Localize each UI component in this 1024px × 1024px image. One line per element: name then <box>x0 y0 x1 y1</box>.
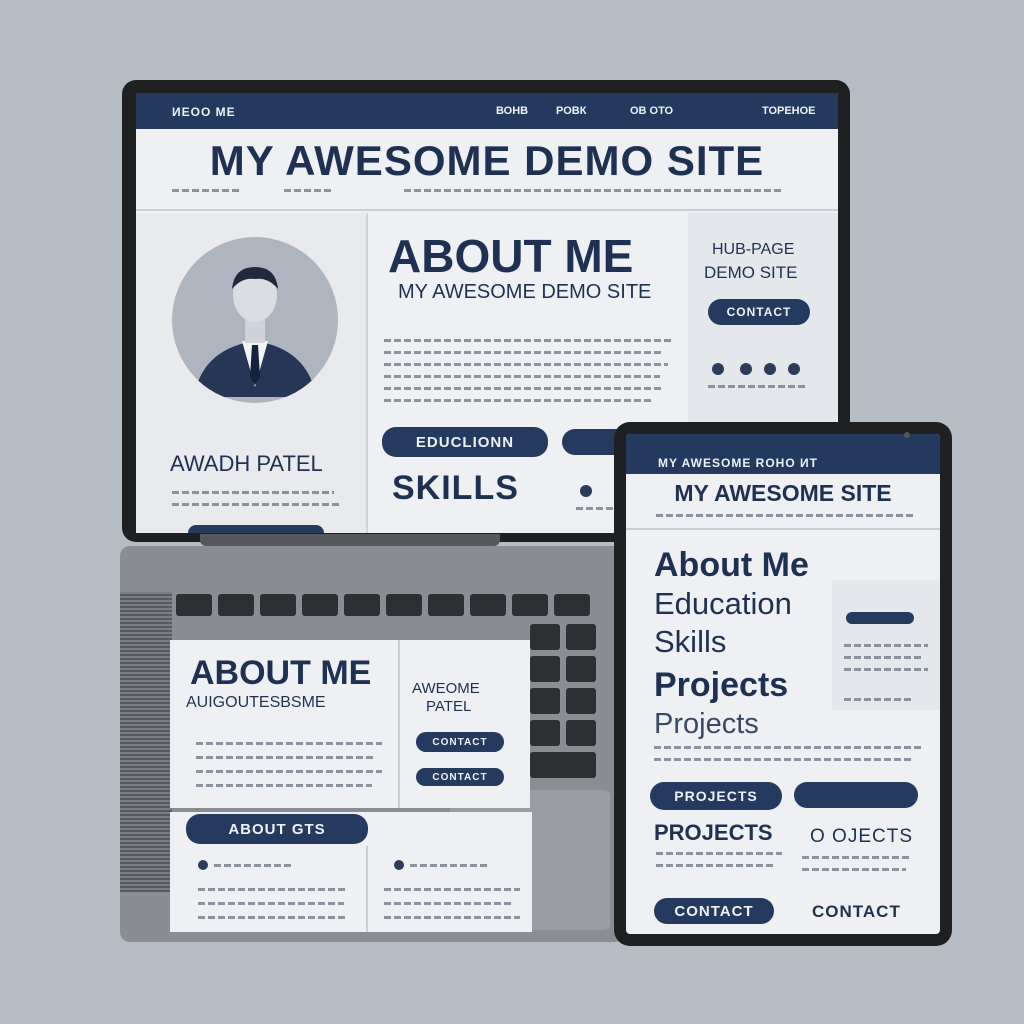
menu-education[interactable]: Education <box>654 586 792 622</box>
profile-button[interactable] <box>188 525 324 533</box>
tablet-nav[interactable]: MY AWESOME ROHO ИТ <box>658 456 818 470</box>
lower-card-divider <box>366 846 368 932</box>
about-subheading: MY AWESOME DEMO SITE <box>398 281 652 303</box>
person-avatar-icon <box>194 267 316 397</box>
lower-text-line <box>198 916 348 919</box>
card-text-line <box>196 756 376 759</box>
tablet-text-line <box>656 864 776 867</box>
objects-label: O OJECTS <box>810 826 914 847</box>
about-text-line <box>384 399 654 402</box>
about-text-line <box>384 351 664 354</box>
laptop-nav-item[interactable]: ТОРЕНОЕ <box>762 105 816 117</box>
lower-text-line <box>198 902 344 905</box>
card-about-subheading: AUIGOUTESBSME <box>186 694 326 711</box>
social-icon[interactable] <box>740 363 752 375</box>
lower-text-line <box>214 864 294 867</box>
tablet-subnav-text <box>656 514 916 517</box>
tablet-divider <box>626 528 940 530</box>
lower-text-line <box>198 888 348 891</box>
laptop-nav-item[interactable]: ОВ ОТО <box>630 105 673 117</box>
laptop-nav-item[interactable]: РОВК <box>556 105 586 117</box>
tablet-camera <box>904 432 910 438</box>
menu-about-me[interactable]: About Me <box>654 546 809 585</box>
about-text-line <box>384 363 668 366</box>
tablet-secondary-button[interactable] <box>794 782 918 808</box>
about-button[interactable]: ABOUT GTS <box>186 814 368 844</box>
laptop-subnav-text <box>404 189 784 192</box>
about-card-divider <box>398 640 400 808</box>
profile-text <box>172 491 334 494</box>
social-icon[interactable] <box>764 363 776 375</box>
social-icon[interactable] <box>788 363 800 375</box>
card-text-line <box>196 770 382 773</box>
divider <box>136 209 838 211</box>
card-side-title-1: AWEOME <box>412 680 480 697</box>
side-title-line2: DEMO SITE <box>704 263 798 282</box>
laptop-nav-item[interactable]: ИЕОО ME <box>172 105 236 119</box>
card-text-line <box>196 784 372 787</box>
card-side-title-2: PATEL <box>426 698 472 715</box>
menu-projects[interactable]: Projects <box>654 666 788 705</box>
about-text-line <box>384 387 664 390</box>
contact-button[interactable]: CONTACT <box>708 299 810 325</box>
menu-skills[interactable]: Skills <box>654 624 726 660</box>
card-about-heading: ABOUT ME <box>190 654 372 692</box>
tablet-site-title: MY AWESOME SITE <box>674 480 892 506</box>
skill-icon <box>580 485 592 497</box>
speaker-grill <box>120 592 172 892</box>
social-label <box>708 385 808 388</box>
about-text-line <box>384 339 674 342</box>
tablet-text-line <box>654 746 924 749</box>
social-icon[interactable] <box>712 363 724 375</box>
tablet-text-line <box>656 852 782 855</box>
card-contact-button[interactable]: CONTACT <box>416 768 504 786</box>
tablet-side-text <box>844 644 928 647</box>
tablet-side-text <box>844 698 914 701</box>
side-title-line1: HUB-PAGE <box>712 241 795 258</box>
card-text-line <box>196 742 382 745</box>
tablet-text-line <box>802 868 906 871</box>
education-button[interactable]: EDUCLIONN <box>382 427 548 457</box>
bulb-icon <box>198 860 208 870</box>
lower-text-line <box>384 888 520 891</box>
laptop-subnav-text <box>284 189 334 192</box>
profile-text <box>172 503 342 506</box>
tablet-text-line <box>654 758 914 761</box>
laptop-hinge <box>200 534 500 546</box>
tablet-screen: MY AWESOME ROHO ИТ MY AWESOME SITE About… <box>626 434 940 934</box>
tablet-contact-button[interactable]: CONTACT <box>654 898 774 924</box>
lower-text-line <box>384 916 520 919</box>
tablet-side-text <box>844 656 924 659</box>
laptop-nav-bar <box>136 93 838 129</box>
laptop-subnav-text <box>172 189 242 192</box>
lower-text-line <box>384 902 514 905</box>
tablet-text-line <box>802 856 912 859</box>
menu-projects-alt[interactable]: Projects <box>654 708 759 741</box>
card-contact-button[interactable]: CONTACT <box>416 732 504 752</box>
person-name: AWADH PATEL <box>170 451 323 476</box>
laptop-site-title: MY AWESOME DEMO SITE <box>209 137 765 184</box>
projects-heading: PROJECTS <box>654 820 773 845</box>
tablet-side-button[interactable] <box>846 612 914 624</box>
tablet-contact-link[interactable]: CONTACT <box>812 902 901 922</box>
skill-text <box>576 507 616 510</box>
tablet-side-text <box>844 668 928 671</box>
laptop-nav-item[interactable]: ВОНВ <box>496 105 528 117</box>
lower-text-line <box>410 864 490 867</box>
about-text-line <box>384 375 660 378</box>
bulb-icon <box>394 860 404 870</box>
projects-button[interactable]: PROJECTS <box>650 782 782 810</box>
skills-heading: SKILLS <box>392 469 519 507</box>
about-heading: ABOUT ME <box>388 230 634 282</box>
avatar <box>172 237 338 403</box>
